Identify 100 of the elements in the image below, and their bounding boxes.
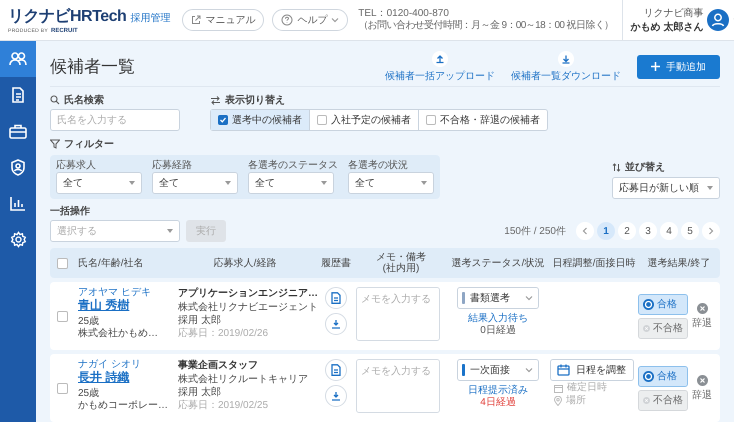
pass-button[interactable]: 合格 [638, 294, 688, 314]
resume-button[interactable] [325, 359, 347, 381]
manual-button[interactable]: マニュアル [182, 9, 264, 31]
candidate-company: 株式会社かもめ… [78, 328, 159, 340]
confirmed-date-label: 確定日時 [567, 382, 607, 394]
caret-icon [421, 181, 427, 185]
upload-button[interactable]: 候補者一括アップロード [385, 50, 495, 82]
bar-chart-icon [10, 196, 26, 210]
withdraw-button[interactable]: 辞退 [692, 374, 712, 402]
memo-field[interactable]: メモを入力する [356, 287, 440, 341]
caret-icon [321, 181, 327, 185]
checkbox[interactable] [218, 115, 228, 125]
cross-icon [696, 302, 708, 314]
filter-field-label: 各選考の状況 [348, 158, 409, 171]
row-checkbox[interactable] [56, 382, 68, 394]
checkbox[interactable] [426, 115, 436, 125]
previous-page-button[interactable] [576, 222, 594, 240]
logo-subtitle: 採用管理 [130, 12, 170, 25]
cross-icon [643, 394, 650, 406]
candidate-name-link[interactable]: 長井 詩織 [78, 370, 174, 385]
download-button[interactable] [325, 313, 347, 335]
elapsed-days: 0日経過 [480, 325, 516, 337]
people-icon [9, 52, 27, 66]
select-all-checkbox[interactable] [56, 258, 68, 268]
caret-icon [167, 229, 173, 233]
name-reading: ナガイ シオリ [78, 359, 142, 370]
caret-icon [225, 181, 231, 185]
recruiter-name: 採用 太郎 [178, 315, 222, 327]
filter-icon [50, 139, 60, 149]
name-search-field[interactable]: 氏名を入力する [50, 109, 180, 131]
stage-select[interactable]: 一次面接 [457, 359, 539, 381]
download-icon [331, 319, 341, 329]
search-label: 氏名検索 [64, 94, 104, 107]
download-icon [331, 391, 341, 401]
memo-field[interactable]: メモを入力する [356, 359, 440, 413]
checkbox[interactable] [317, 115, 327, 125]
document-icon [11, 87, 25, 103]
sort-select[interactable]: 応募日が新しい順 [612, 177, 720, 199]
view-option[interactable]: 選考中の候補者 [211, 110, 310, 130]
candidate-age: 25歳 [78, 316, 100, 328]
candidate-company: かもめコーポレー… [78, 400, 169, 412]
filter-label: フィルター [64, 138, 114, 151]
withdraw-button[interactable]: 辞退 [692, 302, 712, 330]
user-name: かもめ 太郎さん [630, 20, 704, 34]
sort-label: 並び替え [625, 160, 665, 174]
filter-select[interactable]: 全て [248, 172, 334, 194]
schedule-button[interactable]: 日程を調整 [550, 359, 634, 381]
pass-button[interactable]: 合格 [638, 366, 688, 386]
column-header: 応募求人/経路 [212, 258, 278, 268]
filter-field-label: 応募経路 [152, 158, 193, 171]
fail-button[interactable]: 不合格 [638, 390, 688, 410]
selection-status: 結果入力待ち [468, 312, 528, 325]
document-icon [331, 292, 341, 304]
support-hours: （お問い合わせ受付時間：月～金 9：00～18：00 祝日除く） [358, 20, 614, 32]
row-checkbox[interactable] [56, 310, 68, 322]
phone-number: TEL：0120-400-870 [358, 8, 450, 20]
sort-icon [612, 162, 621, 172]
logo-text: リクナビHRTech [8, 7, 126, 27]
add-button[interactable]: 手動追加 [637, 54, 720, 78]
fail-button[interactable]: 不合格 [638, 318, 688, 338]
download-icon [558, 50, 574, 66]
result-count: 150件 / 250件 [504, 225, 566, 238]
stage-select[interactable]: 書類選考 [457, 287, 539, 309]
bulk-action-label: 一括操作 [50, 204, 91, 218]
page-button[interactable]: 4 [660, 222, 678, 240]
column-header: 氏名/年齢/社名 [77, 258, 145, 268]
page-button[interactable]: 3 [639, 222, 657, 240]
shield-user-icon [10, 158, 26, 176]
filter-select[interactable]: 全て [56, 172, 142, 194]
document-icon [331, 364, 341, 376]
avatar-icon[interactable] [707, 9, 730, 31]
caret-icon [129, 181, 135, 185]
calendar-icon [554, 384, 563, 392]
column-header: 日程調整/面接日時 [552, 258, 636, 268]
download-button[interactable]: 候補者一覧ダウンロード [511, 50, 621, 82]
page-button[interactable]: 2 [618, 222, 636, 240]
chevron-right-icon [708, 227, 714, 235]
view-toggle-label: 表示切り替え [225, 94, 285, 107]
filter-select[interactable]: 全て [348, 172, 434, 194]
nav-item[interactable] [0, 41, 36, 77]
plus-icon [651, 62, 660, 71]
candidate-name-link[interactable]: 青山 秀樹 [78, 298, 174, 313]
help-button[interactable]: ヘルプ [272, 9, 348, 31]
next-page-button[interactable] [702, 222, 720, 240]
caret-icon [525, 295, 533, 301]
chevron-left-icon [582, 227, 588, 235]
agency-name: 株式会社リクナビエージェント [178, 302, 316, 314]
view-option[interactable]: 不合格・辞退の候補者 [419, 110, 547, 130]
radio-icon [643, 298, 654, 310]
agency-name: 株式会社リクルートキャリア [178, 374, 309, 386]
page-button[interactable]: 5 [681, 222, 699, 240]
filter-select[interactable]: 全て [152, 172, 238, 194]
download-button[interactable] [325, 385, 347, 407]
filter-field-label: 応募求人 [56, 158, 97, 171]
column-header: 履歴書 [320, 258, 352, 268]
search-icon [50, 95, 60, 105]
view-option[interactable]: 入社予定の候補者 [310, 110, 419, 130]
page-button[interactable]: 1 [597, 222, 615, 240]
recruiter-name: 採用 太郎 [178, 387, 222, 399]
resume-button[interactable] [325, 287, 347, 309]
